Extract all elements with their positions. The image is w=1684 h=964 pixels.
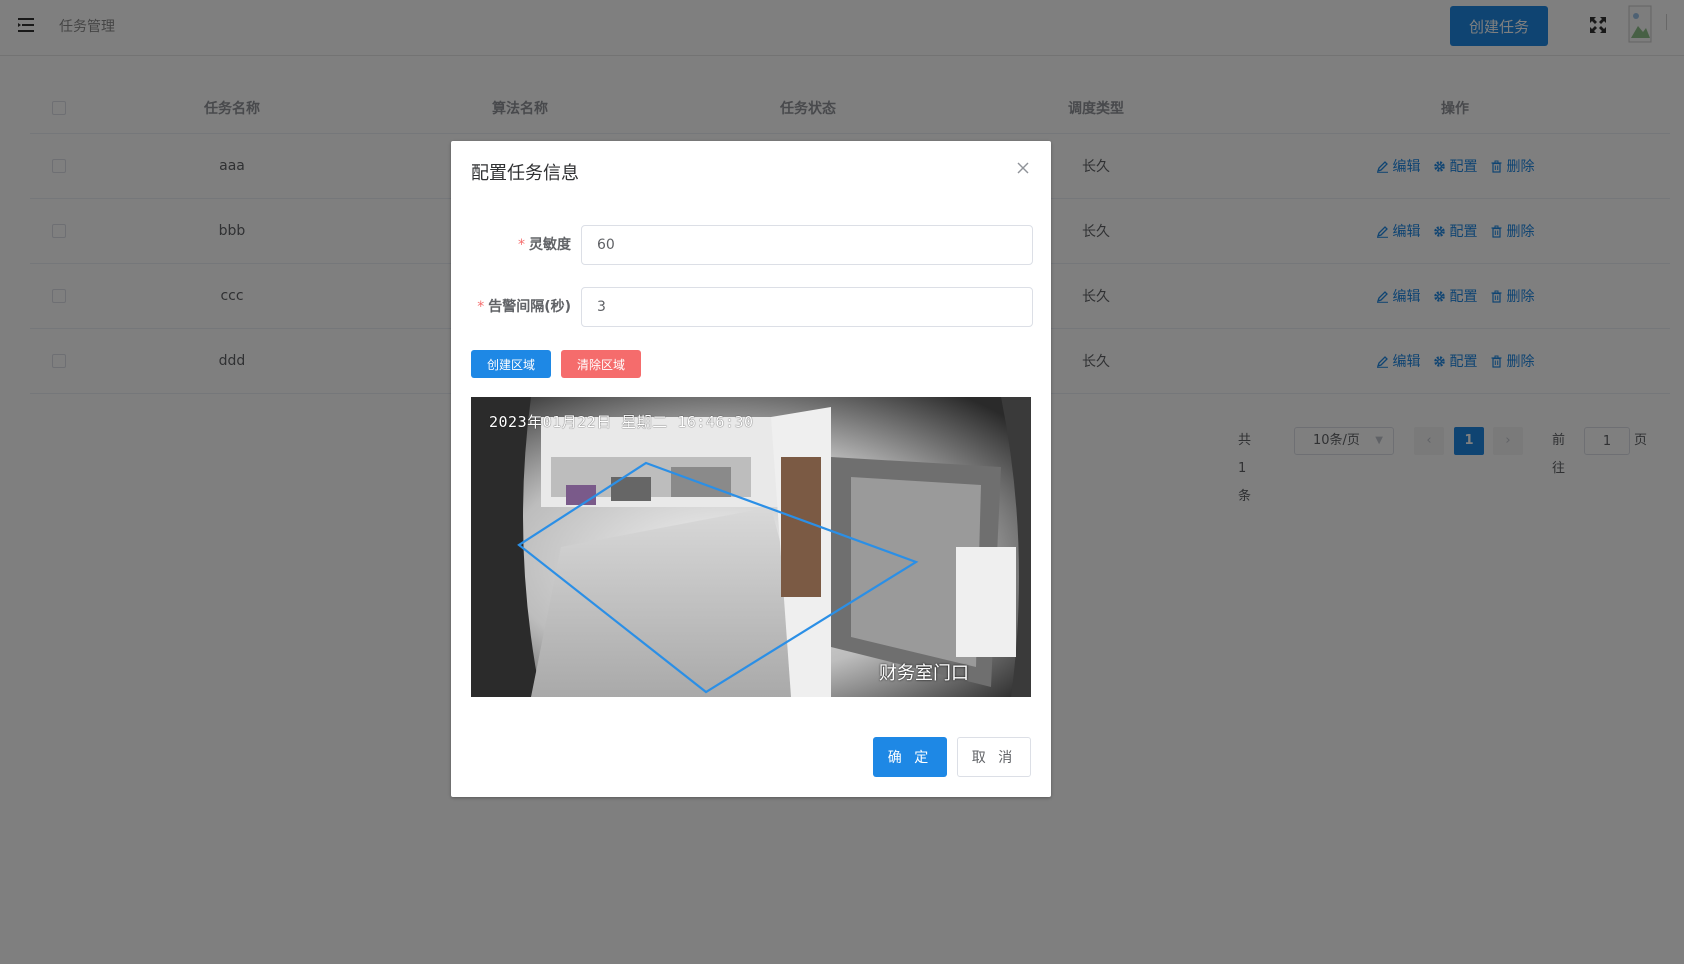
required-asterisk: * [518,237,525,253]
sensitivity-label: * 灵敏度 [471,225,571,265]
sensitivity-label-text: 灵敏度 [529,237,571,253]
create-area-button[interactable]: 创建区域 [471,350,551,378]
alarm-interval-label-text: 告警间隔(秒) [488,299,571,315]
alarm-interval-label: * 告警间隔(秒) [471,287,571,327]
camera-timestamp: 2023年01月22日 星期二 16:46:30 [489,413,754,431]
confirm-button[interactable]: 确 定 [873,737,947,777]
close-icon[interactable] [1016,161,1030,175]
cancel-button[interactable]: 取 消 [957,737,1031,777]
alarm-interval-row: * 告警间隔(秒) [471,287,1033,327]
alarm-interval-input[interactable] [581,287,1033,327]
clear-area-button[interactable]: 清除区域 [561,350,641,378]
camera-frame-image [471,397,1031,697]
sensitivity-input[interactable] [581,225,1033,265]
camera-location-label: 财务室门口 [879,663,969,684]
sensitivity-row: * 灵敏度 [471,225,1033,265]
camera-preview[interactable]: 2023年01月22日 星期二 16:46:30 财务室门口 [471,397,1031,697]
dialog-title: 配置任务信息 [471,163,579,184]
required-asterisk: * [477,299,485,315]
config-task-dialog: 配置任务信息 *灵敏度 *告警间隔(秒) 创建区域 清除区域 [451,141,1051,797]
